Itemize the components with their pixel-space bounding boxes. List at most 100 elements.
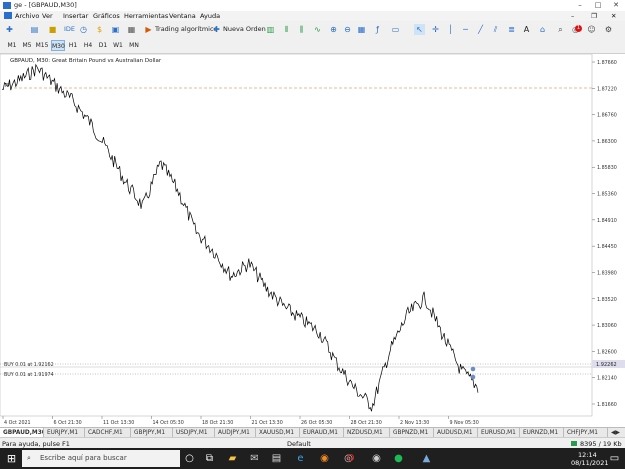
templates-icon[interactable]: ▭ [390,24,401,35]
cortana-icon[interactable]: ○ [183,452,196,465]
store-icon[interactable]: ▤ [270,452,283,465]
metatrader-taskbar-icon[interactable]: ▲ [420,452,433,465]
taskbar-search[interactable]: ⌕ Escribe aquí para buscar [22,450,180,467]
spotify-icon[interactable]: ● [392,452,405,465]
channel-icon[interactable]: ⫽ [490,24,501,35]
buy2-label: BUY 0.01 at 1.91974 [4,372,54,378]
close-icon[interactable]: ✕ [607,0,625,11]
window-title: ge - [GBPAUD,M30] [14,1,77,9]
minimize-icon[interactable]: – [571,0,589,11]
status-traffic: 8395 / 19 Kb [580,440,622,448]
notification-center-icon[interactable]: ▭ [608,452,621,465]
menu-herramientas[interactable]: Herramientas [124,12,168,20]
zoom-out-icon[interactable]: ⊖ [342,24,353,35]
tf-m15[interactable]: M15 [35,40,49,51]
title-bar: ge - [GBPAUD,M30] – □ ✕ [0,0,625,11]
ide-button[interactable]: IDE [64,24,75,35]
menu-ver[interactable]: Ver [42,12,53,20]
maximize-icon[interactable]: □ [589,0,607,11]
timeframe-toolbar: M1 M5 M15 M30 H1 H4 D1 W1 MN [0,38,625,54]
menu-graficos[interactable]: Gráficos [93,12,120,20]
x-tick-label: 18 Oct 21:30 [202,420,233,426]
x-tick-label: 28 Oct 21:30 [351,420,382,426]
shapes-icon[interactable]: ⌂ [537,24,548,35]
price-chart[interactable]: GBPAUD, M30: Great Britain Pound vs Aust… [0,53,625,427]
terminal-icon[interactable]: ▣ [110,24,121,35]
candle-chart-icon[interactable]: ⫼ [296,24,307,35]
new-order-button[interactable]: Nueva Orden [223,24,266,35]
text-icon[interactable]: A [521,24,532,35]
tf-m5[interactable]: M5 [20,40,34,51]
inner-restore-icon[interactable]: ❐ [591,12,597,20]
inner-minimize-icon[interactable]: – [571,12,574,20]
y-tick-label: 1.86760 [597,113,617,119]
indicators-icon[interactable]: ƒ [372,24,383,35]
settings-icon[interactable]: ⚙ [603,24,614,35]
x-tick-label: 6 Oct 21:30 [54,420,82,426]
y-tick-label: 1.82140 [597,376,617,382]
horizontal-line-icon[interactable]: ─ [460,24,471,35]
time-axis: 4 Oct 2021 6 Oct 21:30 11 Oct 13:30 14 Oct … [2,416,479,426]
order-marker-2[interactable] [470,374,476,380]
bar-chart-icon[interactable]: ⫴ [281,24,292,35]
crosshair-icon[interactable]: ✛ [430,24,441,35]
data-window-icon[interactable]: ▦ [126,24,137,35]
firefox-icon[interactable]: ◉ [318,452,331,465]
chart-area[interactable]: GBPAUD, M30: Great Britain Pound vs Aust… [0,53,625,427]
new-chart-icon[interactable]: ✚ [4,24,15,35]
history-icon[interactable]: ◷ [78,24,89,35]
menu-ventana[interactable]: Ventana [169,12,196,20]
tf-w1[interactable]: W1 [111,40,125,51]
new-order-icon[interactable]: ✚ [211,24,222,35]
y-tick-label: 1.87220 [597,86,617,92]
algo-trading-icon[interactable]: ▶ [143,24,154,35]
tf-m1[interactable]: M1 [5,40,19,51]
y-tick-label: 1.83980 [597,270,617,276]
task-view-icon[interactable]: ⧉ [203,452,216,465]
y-tick-label: 1.85830 [597,165,617,171]
vertical-line-icon[interactable]: │ [445,24,456,35]
depth-icon[interactable]: ▥ [265,24,276,35]
edge-icon[interactable]: e [294,452,307,465]
windows-start-icon[interactable]: ⊞ [5,452,18,465]
algo-trading-button[interactable]: Trading algorítmico [155,24,218,35]
menu-ayuda[interactable]: Ayuda [200,12,220,20]
tile-icon[interactable]: ▦ [356,24,367,35]
zoom-in-icon[interactable]: ⊕ [328,24,339,35]
tf-d1[interactable]: D1 [96,40,110,51]
market-watch-icon[interactable]: ■ [47,24,58,35]
taskbar-time: 12:14 [578,451,597,459]
tf-h4[interactable]: H4 [81,40,95,51]
app-icon-dots[interactable]: ◉ [370,452,383,465]
explorer-icon[interactable]: ▰ [226,452,239,465]
opera-icon[interactable]: O [344,452,357,465]
inner-close-icon[interactable]: ✕ [611,12,616,20]
taskbar-date: 08/11/2021 [571,459,609,467]
strategy-tester-icon[interactable]: $ [94,24,105,35]
chart-header: GBPAUD, M30: Great Britain Pound vs Aust… [10,58,162,64]
taskbar-search-icon: ⌕ [27,454,31,462]
y-tick-label: 1.83520 [597,297,617,303]
tf-m30[interactable]: M30 [51,40,65,51]
tf-mn[interactable]: MN [127,40,141,51]
connection-icon [571,441,577,446]
profiles-icon[interactable]: ▤ [29,24,40,35]
trendline-icon[interactable]: ╱ [475,24,486,35]
notification-badge: 1 [575,25,582,32]
menu-app-icon [4,12,12,19]
mail-icon[interactable]: ✉ [248,452,261,465]
line-chart-icon[interactable]: ∿ [312,24,323,35]
search-icon[interactable]: ⌕ [555,24,566,35]
tf-h1[interactable]: H1 [66,40,80,51]
taskbar: ⊞ ⌕ Escribe aquí para buscar ○ ⧉ ▰ ✉ ▤ e… [0,448,625,469]
price-marker: 1.92262 [596,362,617,368]
fibonacci-icon[interactable]: ≣ [506,24,517,35]
plot-frame [0,53,593,417]
x-tick-label: 4 Oct 2021 [4,420,31,426]
user-icon[interactable]: ☺ [586,24,597,35]
cursor-icon[interactable]: ↖ [414,24,425,35]
menu-archivo[interactable]: Archivo [15,12,39,20]
order-marker-1[interactable] [470,366,476,372]
y-tick-label: 1.84450 [597,244,617,250]
menu-insertar[interactable]: Insertar [63,12,88,20]
